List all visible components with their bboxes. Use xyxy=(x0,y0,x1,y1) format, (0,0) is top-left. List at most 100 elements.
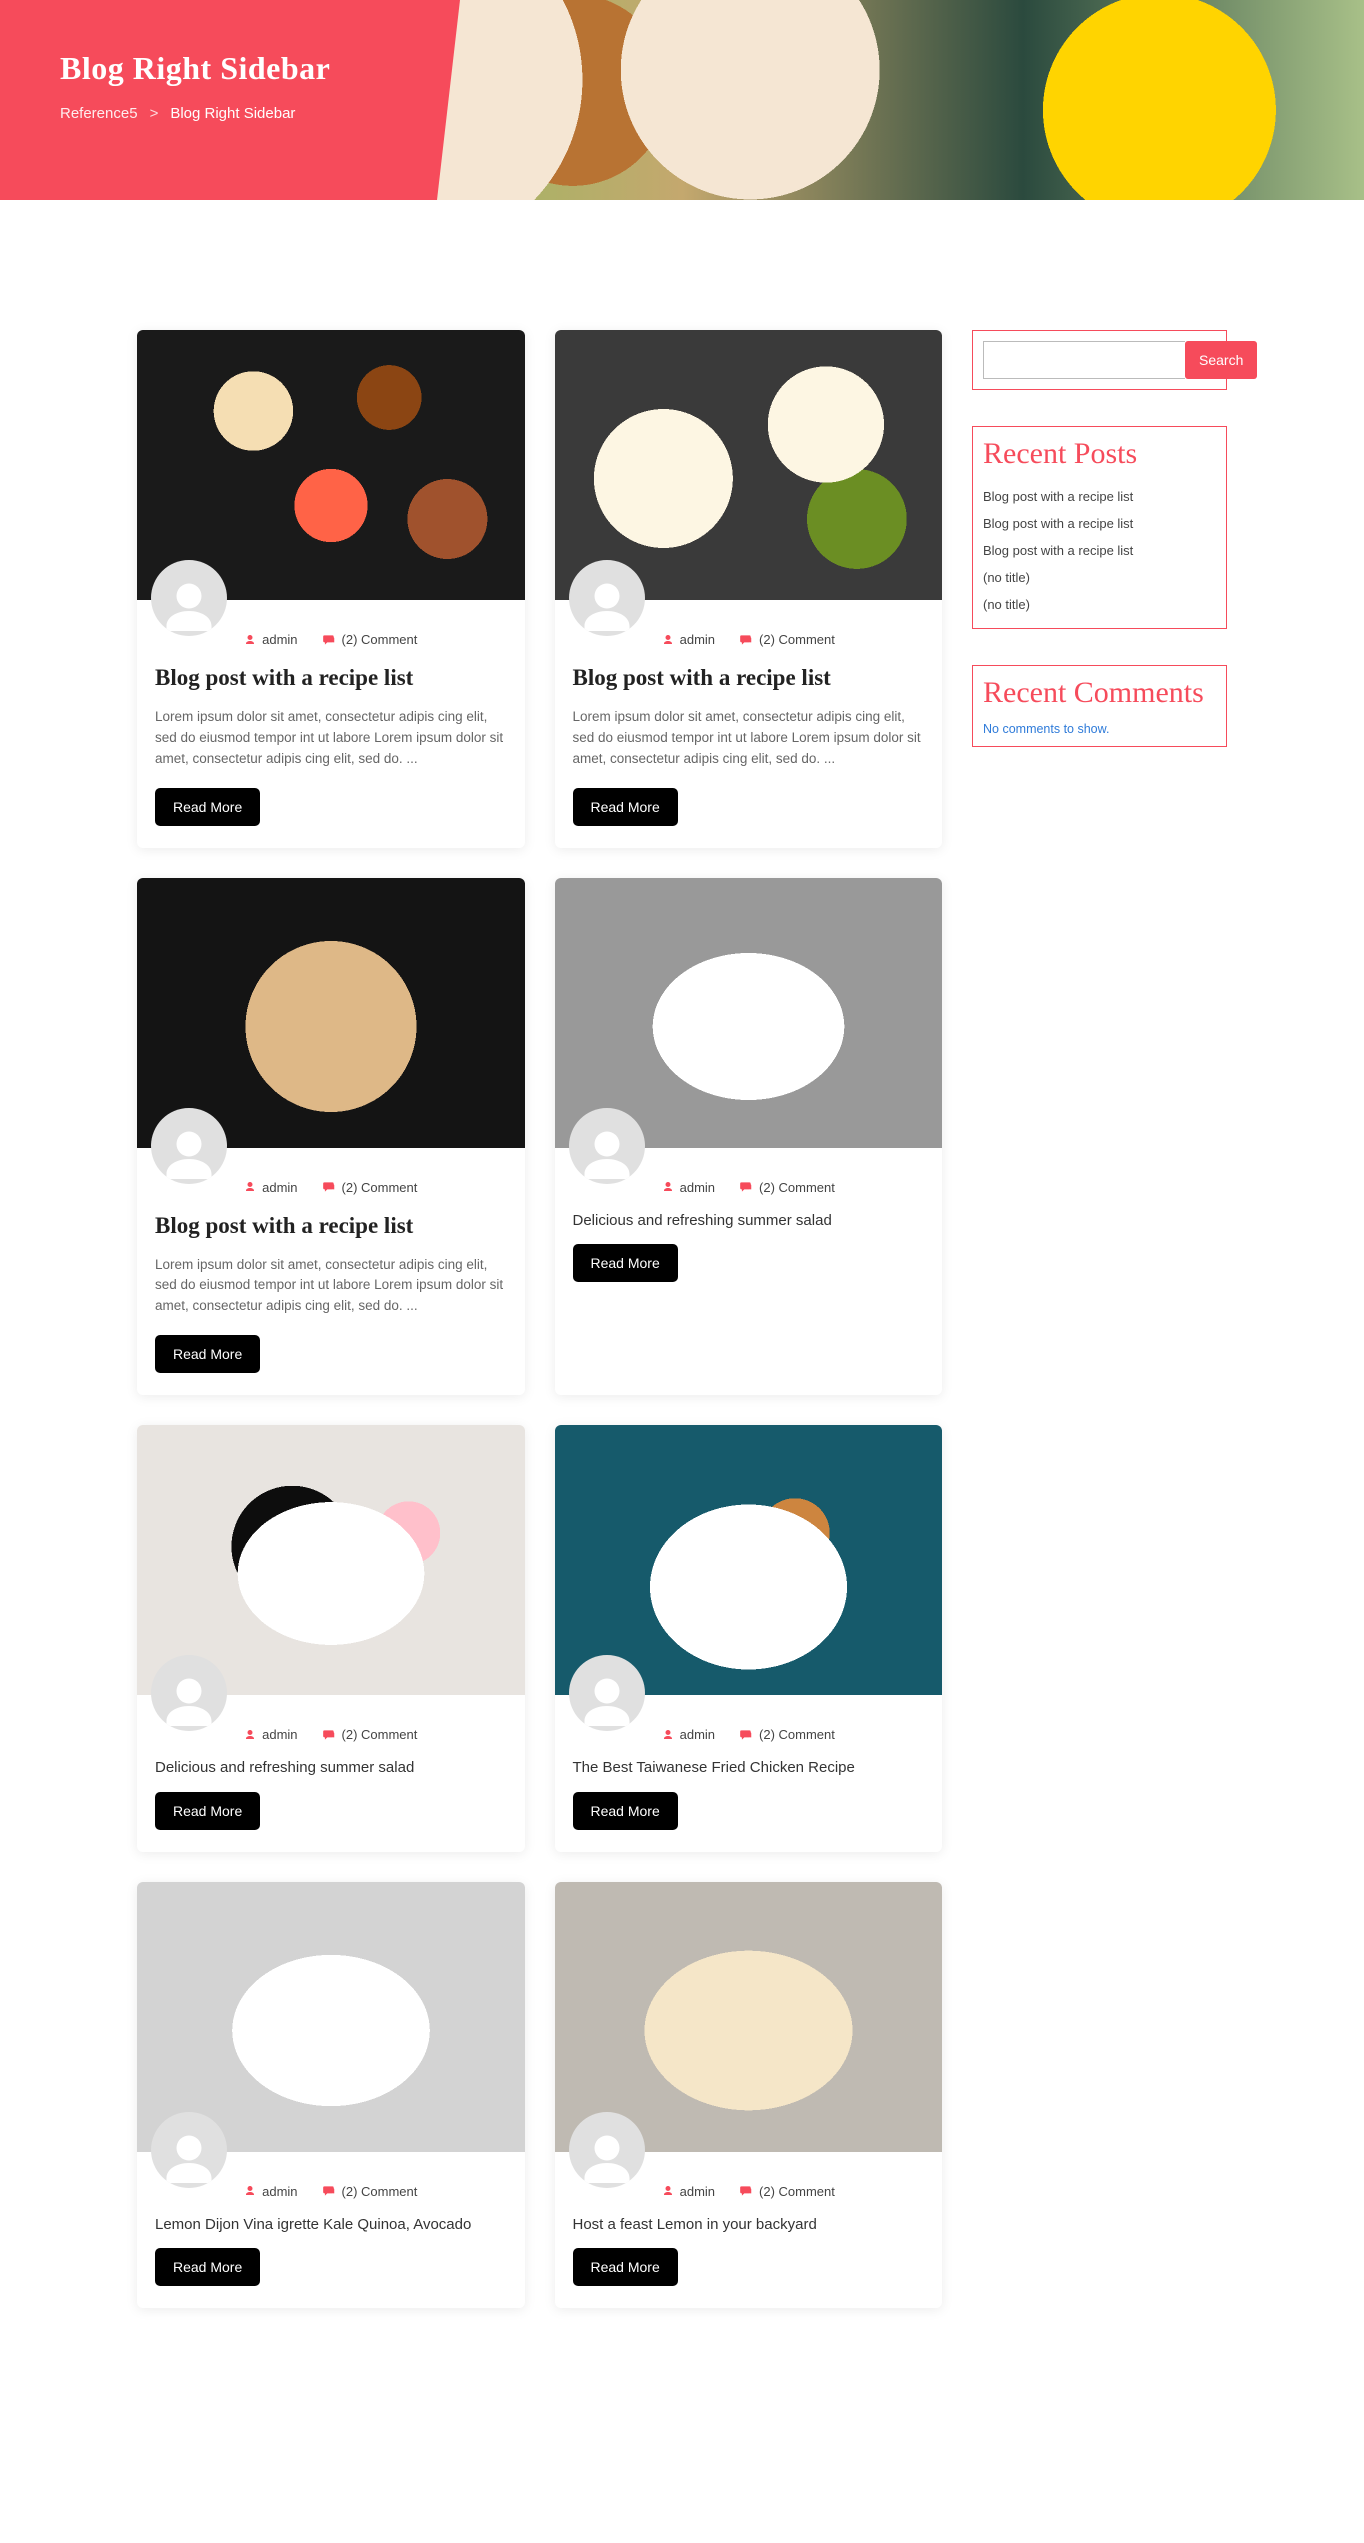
recent-comments-widget: Recent Comments No comments to show. xyxy=(972,665,1227,747)
recent-post-item: (no title) xyxy=(983,591,1216,618)
read-more-button[interactable]: Read More xyxy=(573,1244,678,1282)
post-comments[interactable]: (2) Comment xyxy=(739,1180,835,1195)
post-excerpt: Lorem ipsum dolor sit amet, consectetur … xyxy=(155,1255,507,1318)
post-image[interactable] xyxy=(137,1882,525,2152)
author-avatar[interactable] xyxy=(151,560,227,636)
post-comments[interactable]: (2) Comment xyxy=(739,2184,835,2199)
recent-posts-list: Blog post with a recipe listBlog post wi… xyxy=(983,483,1216,618)
post-excerpt: Lorem ipsum dolor sit amet, consectetur … xyxy=(573,707,925,770)
post-title[interactable]: Blog post with a recipe list xyxy=(573,663,925,693)
author-avatar[interactable] xyxy=(569,560,645,636)
no-comments-text: No comments to show. xyxy=(983,722,1216,736)
recent-posts-title: Recent Posts xyxy=(983,437,1216,471)
read-more-button[interactable]: Read More xyxy=(573,788,678,826)
user-icon xyxy=(662,1181,674,1193)
recent-comments-title: Recent Comments xyxy=(983,676,1216,710)
post-title[interactable]: Blog post with a recipe list xyxy=(155,663,507,693)
user-icon xyxy=(244,2185,256,2197)
recent-post-link[interactable]: (no title) xyxy=(983,564,1216,591)
recent-post-item: Blog post with a recipe list xyxy=(983,483,1216,510)
post-author[interactable]: admin xyxy=(662,1727,715,1742)
post-title[interactable]: Host a feast Lemon in your backyard xyxy=(573,2215,925,2235)
user-icon xyxy=(662,1729,674,1741)
read-more-button[interactable]: Read More xyxy=(155,1792,260,1830)
post-card: admin (2) Comment Blog post with a recip… xyxy=(137,330,525,848)
post-card: admin (2) Comment The Best Taiwanese Fri… xyxy=(555,1425,943,1852)
read-more-button[interactable]: Read More xyxy=(155,1335,260,1373)
author-avatar[interactable] xyxy=(151,1655,227,1731)
sidebar: Search Recent Posts Blog post with a rec… xyxy=(972,330,1227,783)
post-card: admin (2) Comment Delicious and refreshi… xyxy=(137,1425,525,1852)
breadcrumb-current: Blog Right Sidebar xyxy=(170,105,295,122)
post-comments[interactable]: (2) Comment xyxy=(322,632,418,647)
post-meta: admin (2) Comment xyxy=(573,1180,925,1195)
recent-post-link[interactable]: Blog post with a recipe list xyxy=(983,483,1216,510)
post-author[interactable]: admin xyxy=(662,2184,715,2199)
user-icon xyxy=(244,1181,256,1193)
post-comments[interactable]: (2) Comment xyxy=(322,1727,418,1742)
post-comments[interactable]: (2) Comment xyxy=(739,632,835,647)
post-image[interactable] xyxy=(555,878,943,1148)
comments-icon xyxy=(739,1728,753,1742)
search-button[interactable]: Search xyxy=(1185,341,1257,379)
post-card: admin (2) Comment Blog post with a recip… xyxy=(555,330,943,848)
breadcrumb-home[interactable]: Reference5 xyxy=(60,105,138,122)
page-title: Blog Right Sidebar xyxy=(60,50,400,87)
post-author[interactable]: admin xyxy=(662,632,715,647)
read-more-button[interactable]: Read More xyxy=(573,1792,678,1830)
post-card: admin (2) Comment Host a feast Lemon in … xyxy=(555,1882,943,2309)
author-avatar[interactable] xyxy=(151,2112,227,2188)
comments-icon xyxy=(322,1180,336,1194)
post-title[interactable]: Delicious and refreshing summer salad xyxy=(155,1758,507,1778)
post-author[interactable]: admin xyxy=(244,2184,297,2199)
recent-post-link[interactable]: Blog post with a recipe list xyxy=(983,510,1216,537)
read-more-button[interactable]: Read More xyxy=(155,2248,260,2286)
post-card: admin (2) Comment Lemon Dijon Vina igret… xyxy=(137,1882,525,2309)
post-comments[interactable]: (2) Comment xyxy=(322,1180,418,1195)
recent-posts-widget: Recent Posts Blog post with a recipe lis… xyxy=(972,426,1227,629)
post-meta: admin (2) Comment xyxy=(573,1727,925,1742)
comments-icon xyxy=(739,2184,753,2198)
post-excerpt: Lorem ipsum dolor sit amet, consectetur … xyxy=(155,707,507,770)
post-meta: admin (2) Comment xyxy=(155,2184,507,2199)
user-icon xyxy=(244,1729,256,1741)
post-author[interactable]: admin xyxy=(662,1180,715,1195)
post-title[interactable]: Delicious and refreshing summer salad xyxy=(573,1211,925,1231)
comments-icon xyxy=(322,633,336,647)
post-meta: admin (2) Comment xyxy=(155,1180,507,1195)
author-avatar[interactable] xyxy=(569,2112,645,2188)
post-title[interactable]: The Best Taiwanese Fried Chicken Recipe xyxy=(573,1758,925,1778)
comments-icon xyxy=(739,633,753,647)
posts-grid: admin (2) Comment Blog post with a recip… xyxy=(137,330,942,2308)
recent-post-link[interactable]: Blog post with a recipe list xyxy=(983,537,1216,564)
read-more-button[interactable]: Read More xyxy=(573,2248,678,2286)
comments-icon xyxy=(322,1728,336,1742)
post-title[interactable]: Blog post with a recipe list xyxy=(155,1211,507,1241)
post-author[interactable]: admin xyxy=(244,1727,297,1742)
recent-post-item: Blog post with a recipe list xyxy=(983,510,1216,537)
post-author[interactable]: admin xyxy=(244,1180,297,1195)
recent-post-link[interactable]: (no title) xyxy=(983,591,1216,618)
post-comments[interactable]: (2) Comment xyxy=(739,1727,835,1742)
breadcrumb: Reference5 > Blog Right Sidebar xyxy=(60,105,400,122)
user-icon xyxy=(662,2185,674,2197)
search-input[interactable] xyxy=(983,341,1185,379)
author-avatar[interactable] xyxy=(569,1108,645,1184)
post-author[interactable]: admin xyxy=(244,632,297,647)
post-meta: admin (2) Comment xyxy=(573,2184,925,2199)
post-title[interactable]: Lemon Dijon Vina igrette Kale Quinoa, Av… xyxy=(155,2215,507,2235)
read-more-button[interactable]: Read More xyxy=(155,788,260,826)
breadcrumb-separator: > xyxy=(150,105,159,122)
hero-overlay: Blog Right Sidebar Reference5 > Blog Rig… xyxy=(0,0,460,200)
user-icon xyxy=(244,634,256,646)
search-widget: Search xyxy=(972,330,1227,390)
post-image[interactable] xyxy=(555,1882,943,2152)
author-avatar[interactable] xyxy=(151,1108,227,1184)
user-icon xyxy=(662,634,674,646)
author-avatar[interactable] xyxy=(569,1655,645,1731)
comments-icon xyxy=(739,1180,753,1194)
post-card: admin (2) Comment Blog post with a recip… xyxy=(137,878,525,1396)
post-image[interactable] xyxy=(137,878,525,1148)
post-comments[interactable]: (2) Comment xyxy=(322,2184,418,2199)
post-meta: admin (2) Comment xyxy=(573,632,925,647)
